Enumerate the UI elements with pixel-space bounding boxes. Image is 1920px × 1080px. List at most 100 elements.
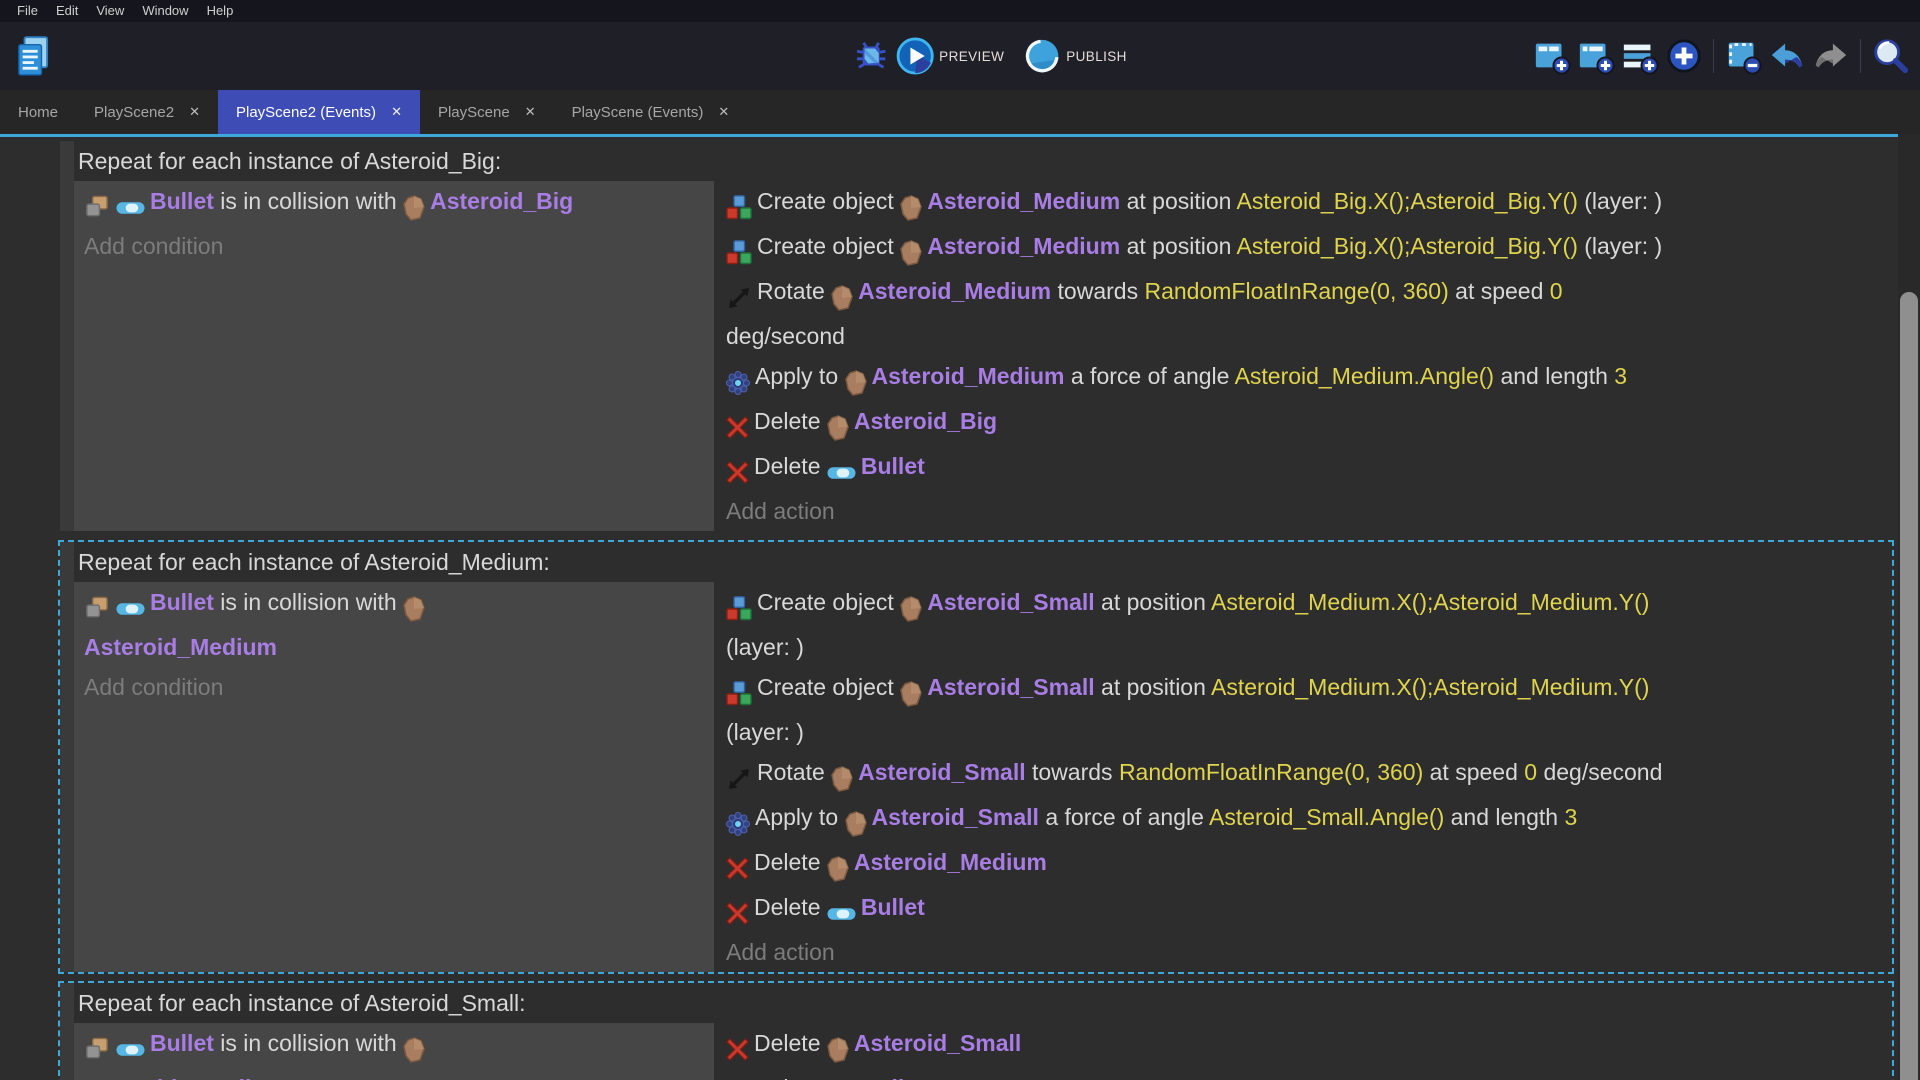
action-row[interactable]: Delete Asteroid_Big: [726, 401, 1882, 446]
tab-close-icon[interactable]: ✕: [189, 104, 200, 120]
add-action-button[interactable]: Add action: [726, 491, 1882, 531]
expression-text: RandomFloatInRange(0, 360): [1119, 759, 1423, 785]
action-row[interactable]: Delete Bullet: [726, 446, 1882, 491]
publish-button[interactable]: [1020, 32, 1064, 80]
action-row[interactable]: Rotate Asteroid_Small towards RandomFloa…: [726, 752, 1882, 797]
expression-text: 3: [1614, 363, 1627, 389]
object-name: Asteroid_Medium: [872, 363, 1065, 389]
project-manager-button[interactable]: [10, 30, 56, 82]
force-icon: [726, 802, 750, 842]
event-block[interactable]: Repeat for each instance of Asteroid_Big…: [58, 139, 1894, 533]
condition-row[interactable]: Bullet is in collision with Asteroid_Big: [84, 181, 704, 226]
asteroid-icon: [403, 587, 425, 627]
event-drag-handle[interactable]: [60, 141, 74, 531]
asteroid-icon: [827, 406, 849, 446]
tab-label: Home: [18, 104, 58, 121]
actions-column[interactable]: Delete Asteroid_SmallDelete BulletAdd ac…: [714, 1023, 1892, 1080]
menu-view[interactable]: View: [87, 0, 133, 22]
action-row[interactable]: Create object Asteroid_Medium at positio…: [726, 226, 1882, 271]
event-block[interactable]: Repeat for each instance of Asteroid_Sma…: [58, 981, 1894, 1080]
search-button[interactable]: [1868, 32, 1912, 80]
action-row[interactable]: Rotate Asteroid_Medium towards RandomFlo…: [726, 271, 1882, 356]
preview-label[interactable]: PREVIEW: [939, 49, 1004, 64]
menu-file[interactable]: File: [8, 0, 47, 22]
event-header[interactable]: Repeat for each instance of Asteroid_Big…: [74, 141, 1892, 181]
bullet-icon: [827, 1073, 856, 1080]
tab-playscene2[interactable]: PlayScene2 ✕: [76, 90, 218, 134]
action-row[interactable]: Delete Bullet: [726, 887, 1882, 932]
action-text: Delete: [754, 1030, 827, 1056]
delete-icon: [726, 1073, 749, 1080]
object-name: Asteroid_Medium: [854, 849, 1047, 875]
tab-close-icon[interactable]: ✕: [718, 104, 729, 120]
tab-close-icon[interactable]: ✕: [391, 104, 402, 120]
condition-row[interactable]: Bullet is in collision with Asteroid_Med…: [84, 582, 704, 667]
tab-close-icon[interactable]: ✕: [525, 104, 536, 120]
add-comment-button[interactable]: [1618, 32, 1662, 80]
tab-playscene-events[interactable]: PlayScene (Events) ✕: [554, 90, 748, 134]
add-action-button[interactable]: Add action: [726, 932, 1882, 972]
scrollbar-thumb[interactable]: [1900, 292, 1918, 1080]
action-text: deg/second: [1537, 759, 1662, 785]
event-drag-handle[interactable]: [60, 542, 74, 972]
menu-window[interactable]: Window: [133, 0, 197, 22]
add-event-button[interactable]: [1530, 32, 1574, 80]
object-name: Asteroid_Medium: [84, 634, 277, 660]
delete-icon: [726, 406, 749, 446]
conditions-column[interactable]: Bullet is in collision with Asteroid_Med…: [74, 582, 714, 972]
add-condition-button[interactable]: Add condition: [84, 667, 704, 707]
actions-column[interactable]: Create object Asteroid_Small at position…: [714, 582, 1892, 972]
undo-button[interactable]: [1765, 32, 1809, 80]
preview-button[interactable]: [893, 32, 937, 80]
add-condition-button[interactable]: Add condition: [84, 226, 704, 266]
asteroid-icon: [845, 802, 867, 842]
event-header[interactable]: Repeat for each instance of Asteroid_Med…: [74, 542, 1892, 582]
publish-label[interactable]: PUBLISH: [1066, 49, 1127, 64]
action-row[interactable]: Apply to Asteroid_Medium a force of angl…: [726, 356, 1882, 401]
redo-icon: [1812, 37, 1850, 75]
event-header[interactable]: Repeat for each instance of Asteroid_Sma…: [74, 983, 1892, 1023]
collision-icon: [84, 587, 111, 627]
tab-home[interactable]: Home: [0, 90, 76, 134]
conditions-column[interactable]: Bullet is in collision with Asteroid_Sma…: [74, 1023, 714, 1080]
expression-text: Asteroid_Medium.X();Asteroid_Medium.Y(): [1211, 674, 1649, 700]
condition-row[interactable]: Bullet is in collision with Asteroid_Sma…: [84, 1023, 704, 1080]
object-name: Asteroid_Big: [430, 188, 573, 214]
action-row[interactable]: Create object Asteroid_Small at position…: [726, 582, 1882, 667]
object-name: Bullet: [861, 453, 925, 479]
action-row[interactable]: Apply to Asteroid_Small a force of angle…: [726, 797, 1882, 842]
action-row[interactable]: Create object Asteroid_Small at position…: [726, 667, 1882, 752]
menu-edit[interactable]: Edit: [47, 0, 87, 22]
action-row[interactable]: Delete Bullet: [726, 1068, 1882, 1080]
menu-help[interactable]: Help: [198, 0, 243, 22]
action-text: Create object: [757, 589, 900, 615]
conditions-column[interactable]: Bullet is in collision with Asteroid_Big…: [74, 181, 714, 531]
add-subevent-button[interactable]: [1574, 32, 1618, 80]
tab-playscene[interactable]: PlayScene ✕: [420, 90, 554, 134]
object-name: Bullet: [861, 894, 925, 920]
object-name: Asteroid_Medium: [927, 233, 1120, 259]
add-circle-button[interactable]: [1662, 32, 1706, 80]
object-name: Bullet: [150, 1030, 214, 1056]
event-drag-handle[interactable]: [60, 983, 74, 1080]
debug-button[interactable]: [849, 32, 893, 80]
tab-bar: Home PlayScene2 ✕ PlayScene2 (Events) ✕ …: [0, 90, 1920, 134]
undo-icon: [1768, 37, 1806, 75]
redo-button[interactable]: [1809, 32, 1853, 80]
action-text: Apply to: [755, 804, 845, 830]
action-text: Rotate: [757, 278, 831, 304]
action-row[interactable]: Create object Asteroid_Medium at positio…: [726, 181, 1882, 226]
action-row[interactable]: Delete Asteroid_Small: [726, 1023, 1882, 1068]
action-text: at position: [1095, 589, 1211, 615]
actions-column[interactable]: Create object Asteroid_Medium at positio…: [714, 181, 1892, 531]
deselect-button[interactable]: [1721, 32, 1765, 80]
asteroid-icon: [900, 186, 922, 226]
rotate-icon: [726, 757, 752, 797]
tab-playscene2-events[interactable]: PlayScene2 (Events) ✕: [218, 90, 420, 134]
event-columns: Bullet is in collision with Asteroid_Sma…: [74, 1023, 1892, 1080]
action-row[interactable]: Delete Asteroid_Medium: [726, 842, 1882, 887]
collision-icon: [84, 186, 111, 226]
event-body: Repeat for each instance of Asteroid_Med…: [74, 542, 1892, 972]
add-circle-icon: [1665, 37, 1703, 75]
event-block[interactable]: Repeat for each instance of Asteroid_Med…: [58, 540, 1894, 974]
